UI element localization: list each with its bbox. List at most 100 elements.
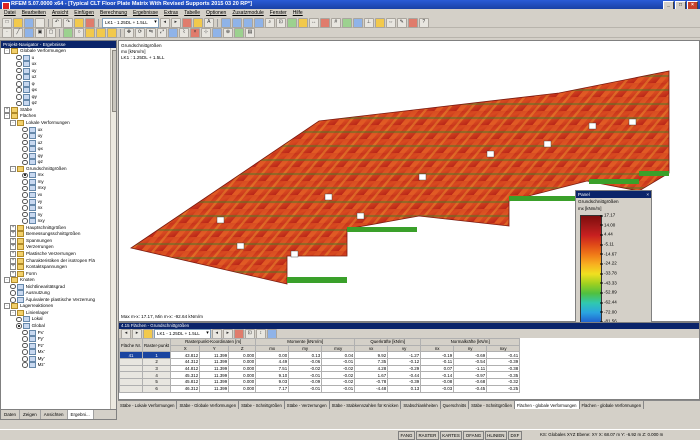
radio-icon[interactable] (22, 152, 28, 159)
table-cell[interactable]: 0.07 (420, 364, 455, 373)
table-row[interactable]: 2 44.312 11.399 0.000 4.49 -0.06 -0.01 7.35 -0.1… (118, 358, 521, 366)
collapse-icon[interactable]: - (10, 309, 16, 316)
radio-icon[interactable] (22, 218, 28, 225)
table-cell[interactable]: -0.03 (420, 384, 455, 393)
table-cell[interactable]: 1 (142, 351, 172, 360)
sheet-tab[interactable]: Stäbe - Schnittgrößen (239, 401, 285, 409)
table-row[interactable]: 5 45.812 11.399 0.000 9.03 -0.09 -0.02 -0.78 -0.… (118, 378, 521, 386)
sheet-tab[interactable]: Flächen - globale Verformungen (514, 401, 580, 409)
expand-icon[interactable]: + (10, 257, 16, 264)
values-icon[interactable] (192, 17, 203, 28)
table-cell[interactable]: -1.11 (453, 364, 488, 373)
line-load-icon[interactable] (96, 27, 106, 38)
save-icon[interactable] (24, 17, 34, 28)
table-cell[interactable]: -0.68 (453, 378, 488, 386)
table-cell[interactable] (118, 364, 144, 373)
col-x[interactable]: X (170, 344, 201, 353)
stop-icon[interactable] (407, 17, 418, 28)
load-icon[interactable] (374, 17, 385, 28)
table-select-icon[interactable] (266, 328, 277, 339)
table-cell[interactable]: 43.812 (170, 351, 201, 360)
radio-icon[interactable] (16, 80, 22, 87)
table-cell[interactable]: 11.399 (199, 351, 230, 360)
table-cell[interactable]: -0.08 (420, 378, 455, 386)
radio-icon[interactable] (16, 94, 22, 100)
table-cell[interactable]: -0.32 (486, 378, 521, 386)
table-cell[interactable]: -0.39 (387, 378, 422, 386)
sheet-tab[interactable]: Stäbe - Lokale Verformungen (118, 401, 178, 409)
tab-zeigen[interactable]: Zeigen (20, 410, 41, 419)
collapse-icon[interactable]: - (4, 48, 10, 54)
results-icon[interactable] (85, 17, 95, 28)
col-nxy[interactable]: nxy (486, 344, 521, 353)
hinge-icon[interactable]: ○ (74, 27, 84, 38)
background-layer-icon[interactable]: ▤ (245, 27, 255, 38)
table-cell[interactable]: -0.02 (321, 371, 356, 380)
loadcase-combo[interactable]: LK1 - 1.25DL + 1.5LL (102, 17, 159, 28)
table-cell[interactable]: -0.01 (321, 384, 356, 393)
table-cell[interactable]: -0.44 (387, 371, 422, 380)
table-cell[interactable]: -0.41 (486, 351, 521, 360)
col-mx[interactable]: mx (255, 344, 290, 353)
table-cell[interactable]: 45.312 (170, 371, 201, 380)
view-x-icon[interactable] (231, 17, 242, 28)
table-cell[interactable]: -0.35 (486, 371, 521, 380)
member-icon[interactable] (352, 17, 363, 28)
sheet-tab[interactable]: Stabschlankheiten (401, 401, 441, 409)
table-cell[interactable] (118, 384, 144, 393)
table-cell[interactable]: -0.25 (486, 384, 521, 393)
snap-icon[interactable]: ⊕ (223, 27, 233, 38)
sheet-tab[interactable]: Flächen - globale Verformungen (580, 401, 645, 409)
table-cell[interactable]: 0.13 (288, 351, 323, 360)
table-cell[interactable]: -0.38 (486, 364, 521, 373)
coordinate-system-icon[interactable]: ⊹ (201, 27, 211, 38)
radio-icon[interactable] (22, 179, 28, 185)
table-cell[interactable]: -0.01 (288, 371, 323, 380)
view-z-icon[interactable] (253, 17, 264, 28)
table-cell[interactable]: -0.06 (288, 358, 323, 366)
expand-icon[interactable]: + (4, 106, 10, 113)
table-cell[interactable]: 11.399 (199, 358, 230, 366)
menu-einfuegen[interactable]: Einfügen (74, 9, 94, 18)
snap-mode-toggle[interactable]: OFANG (463, 430, 484, 440)
node-icon[interactable]: · (2, 27, 12, 38)
radio-icon[interactable] (22, 192, 28, 198)
minimize-button[interactable]: _ (663, 1, 674, 9)
table-cell[interactable]: 4 (142, 371, 172, 380)
filter-icon[interactable] (319, 17, 330, 28)
table-cell[interactable]: -4.48 (354, 384, 389, 393)
col-koordinaten[interactable]: Rasterpunkt-Koordinaten [m] (170, 338, 257, 346)
menu-fenster[interactable]: Fenster (270, 9, 287, 18)
table-cell[interactable]: 5 (142, 378, 172, 386)
delete-icon[interactable]: × (190, 27, 200, 38)
radio-icon[interactable] (22, 185, 28, 192)
menu-ansicht[interactable]: Ansicht (52, 9, 68, 18)
table-cell[interactable]: -0.97 (453, 371, 488, 380)
sheet-tab[interactable]: Stäbe - Verzerrungen (285, 401, 330, 409)
table-cell[interactable]: 4.28 (354, 364, 389, 373)
table-cell[interactable]: -0.14 (420, 371, 455, 380)
section-icon[interactable]: ⊥ (363, 17, 374, 28)
radio-icon[interactable] (22, 211, 28, 218)
table-sort-icon[interactable]: ↕ (255, 328, 266, 339)
table-cell[interactable]: 44.812 (170, 364, 201, 373)
close-button[interactable]: × (687, 1, 698, 9)
opening-icon[interactable]: ▢ (46, 27, 56, 38)
table-cell[interactable]: -0.54 (453, 358, 488, 366)
tree-item[interactable]: Mz' (1, 362, 116, 369)
table-cell[interactable]: 2 (142, 358, 172, 366)
radio-icon[interactable] (22, 133, 28, 139)
radio-icon[interactable] (16, 100, 22, 107)
snap-mode-toggle[interactable]: FANG (398, 430, 415, 440)
expand-icon[interactable]: + (10, 244, 16, 251)
table-cell[interactable]: -0.29 (387, 364, 422, 373)
menu-bearbeiten[interactable]: Bearbeiten (22, 9, 46, 18)
sheet-tab[interactable]: Stäbe - Stabkennzahlen für Knicken (330, 401, 402, 409)
menu-datei[interactable]: Datei (4, 9, 16, 18)
table-cell[interactable]: 7.35 (354, 358, 389, 366)
table-cell[interactable]: 45.812 (170, 378, 201, 386)
collapse-icon[interactable]: - (10, 165, 16, 172)
table-cell[interactable]: -0.01 (321, 358, 356, 366)
table-cell[interactable]: -0.11 (420, 358, 455, 366)
select-icon[interactable] (297, 17, 308, 28)
